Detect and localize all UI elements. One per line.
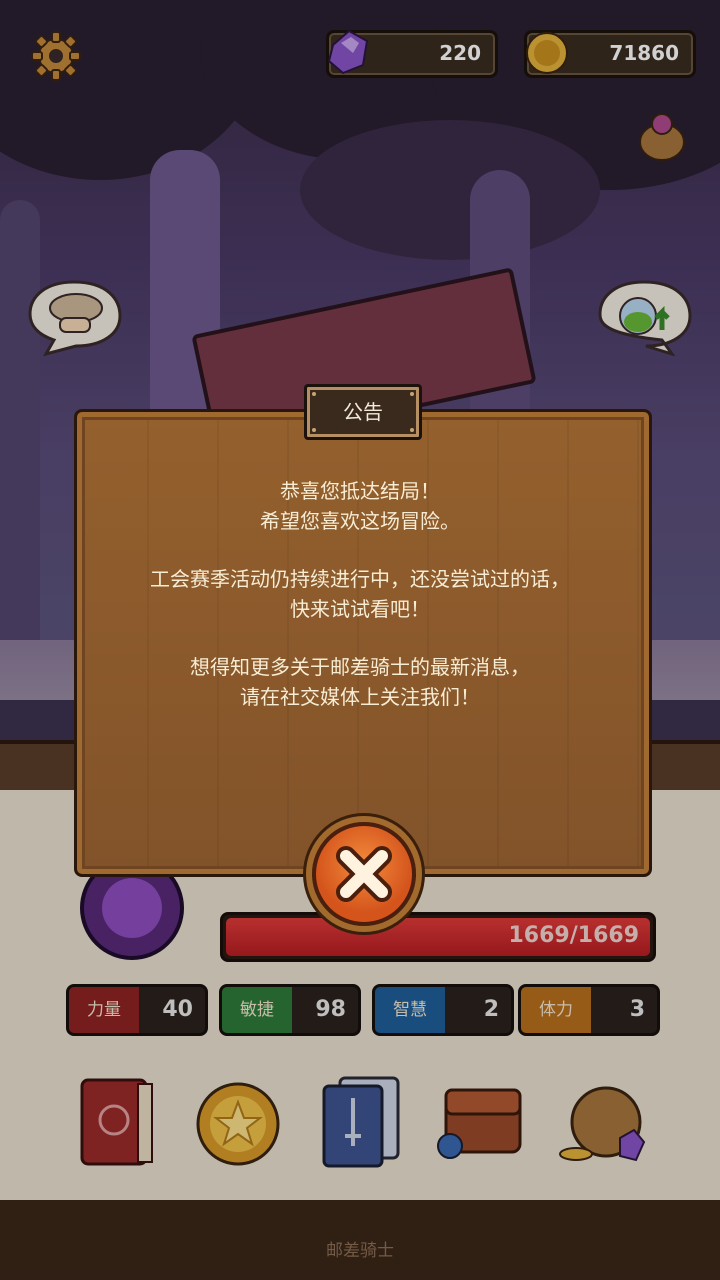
message-line: 工会赛季活动仍持续进行中，还没尝试过的话， [150,567,570,591]
dialog-message: 恭喜您抵达结局！ 希望您喜欢这场冒险。 工会赛季活动仍持续进行中，还没尝试过的话… [80,476,640,740]
message-line: 恭喜您抵达结局！ [280,479,440,503]
close-button[interactable] [312,822,416,926]
message-line: 想得知更多关于邮差骑士的最新消息， [190,655,530,679]
close-icon [336,846,392,902]
dialog-title-plate: 公告 [304,384,422,440]
message-line: 希望您喜欢这场冒险。 [260,509,460,533]
dialog-title: 公告 [343,400,383,424]
message-line: 快来试试看吧！ [290,597,430,621]
message-line: 请在社交媒体上关注我们！ [240,685,480,709]
